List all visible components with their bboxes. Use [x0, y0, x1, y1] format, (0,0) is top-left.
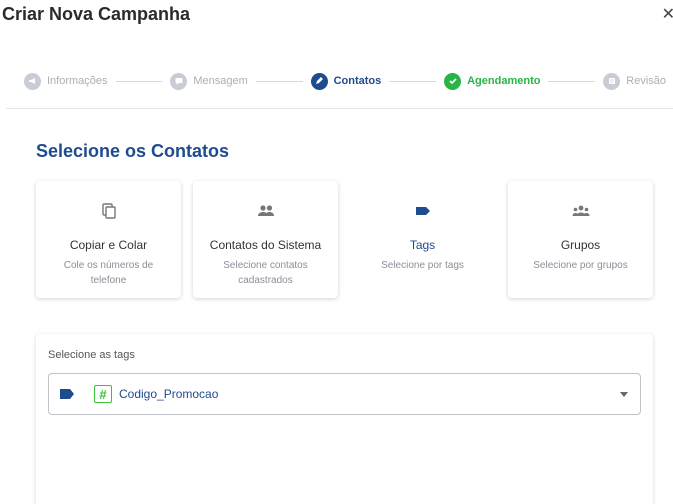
option-description: Selecione por tags [381, 260, 464, 271]
hash-icon: # [94, 385, 112, 403]
option-title: Copiar e Colar [69, 238, 148, 252]
option-card-copiar-colar[interactable]: Copiar e Colar Cole os números de telefo… [36, 181, 181, 298]
step-revisao[interactable]: Revisão [603, 72, 667, 90]
tag-icon [350, 201, 495, 223]
section-title: Selecione os Contatos [36, 141, 230, 161]
selected-tag: Codigo_Promocao [119, 387, 219, 401]
check-icon [444, 72, 462, 90]
step-label: Contatos [333, 75, 382, 87]
pencil-icon [310, 72, 328, 90]
tags-select[interactable]: # Codigo_Promocao [48, 373, 641, 415]
message-icon [170, 72, 188, 90]
close-icon[interactable]: ✕ [662, 4, 673, 24]
step-label: Informações [47, 75, 108, 87]
option-description: Cole os números de telefone [63, 260, 154, 286]
dialog-title: Criar Nova Campanha [2, 4, 191, 24]
step-connector [115, 80, 163, 82]
tags-select-label: Selecione as tags [48, 349, 135, 361]
step-mensagem[interactable]: Mensagem [170, 72, 248, 90]
step-connector [255, 80, 303, 82]
step-label: Revisão [626, 75, 667, 87]
step-label: Agendamento [467, 75, 541, 87]
step-informacoes[interactable]: Informações [24, 72, 108, 90]
option-title: Tags [409, 238, 436, 252]
review-icon [603, 72, 621, 90]
option-card-contatos-sistema[interactable]: Contatos do Sistema Selecione contatos c… [193, 181, 338, 298]
step-label: Mensagem [193, 75, 248, 87]
option-description: Selecione por grupos [533, 260, 628, 271]
option-card-tags[interactable]: Tags Selecione por tags [350, 181, 495, 298]
step-connector [548, 80, 596, 82]
header-divider [6, 108, 673, 109]
megaphone-icon [24, 72, 41, 90]
option-title: Grupos [560, 238, 601, 252]
option-description: Selecione contatos cadastrados [223, 260, 308, 286]
option-title: Contatos do Sistema [209, 238, 322, 252]
step-agendamento[interactable]: Agendamento [444, 72, 541, 90]
tag-icon [60, 389, 74, 399]
chevron-down-icon[interactable] [620, 392, 628, 397]
step-connector [389, 80, 437, 82]
copy-icon [36, 201, 181, 223]
option-card-grupos[interactable]: Grupos Selecione por grupos [508, 181, 653, 298]
people-icon [193, 201, 338, 223]
tags-panel: Selecione as tags # Codigo_Promocao [36, 334, 653, 504]
groups-icon [508, 201, 653, 223]
campaign-stepper: Informações Mensagem Contatos Agendament… [24, 70, 666, 92]
step-contatos[interactable]: Contatos [310, 72, 382, 90]
